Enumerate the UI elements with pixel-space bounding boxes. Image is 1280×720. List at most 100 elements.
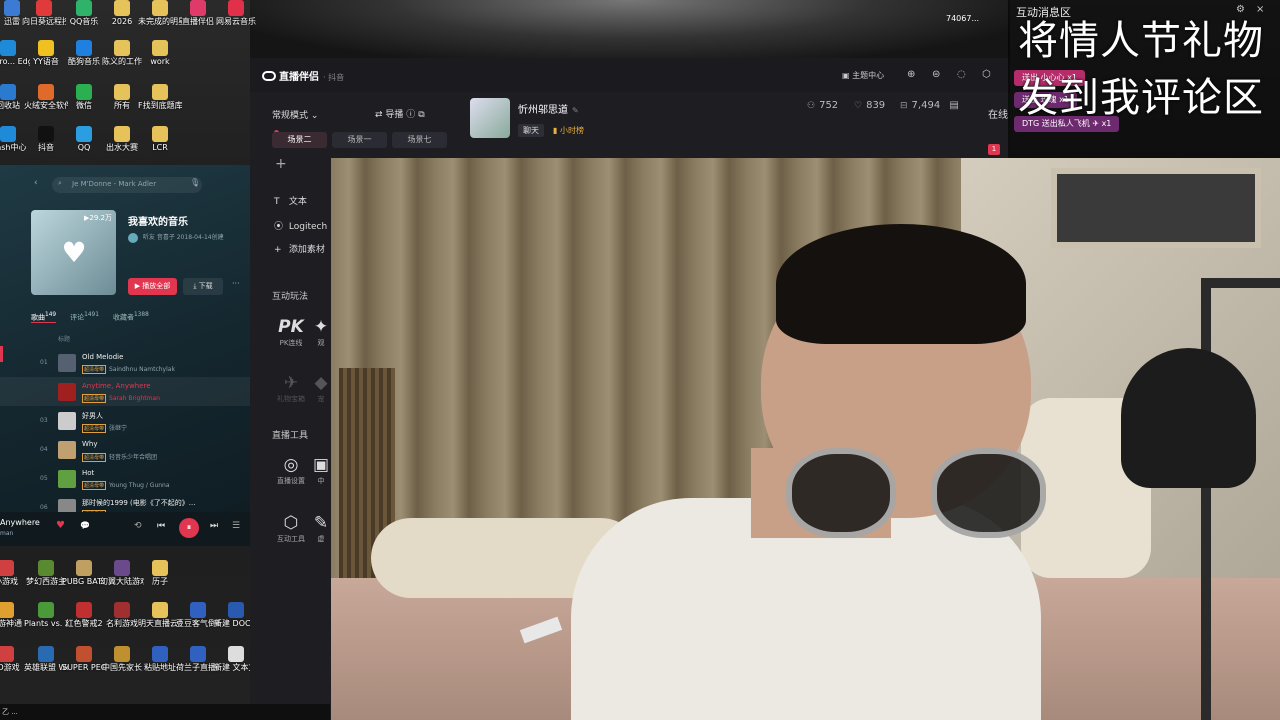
desktop-icon[interactable]: SUPER PEOP...	[62, 646, 106, 673]
tab-scene-7[interactable]: 场景七	[392, 132, 447, 148]
live-settings-tool[interactable]: ◎ 直播设置	[268, 454, 314, 486]
desktop-icon[interactable]: F找到底题库	[138, 84, 182, 111]
song-thumbnail	[58, 411, 76, 430]
desktop-icon[interactable]: 出水大赛	[102, 126, 142, 153]
tab-scene-1[interactable]: 场景一	[332, 132, 387, 148]
desktop-icon[interactable]: YY语音	[26, 40, 66, 67]
more-icon[interactable]: ···	[232, 279, 240, 288]
desktop-icon[interactable]: 向日葵远程控制	[22, 0, 66, 27]
back-icon[interactable]: ‹	[34, 178, 38, 188]
desktop-icon[interactable]: 微信	[64, 84, 104, 111]
help-icon[interactable]: ⓘ	[406, 110, 415, 120]
desktop-icon[interactable]: 陈义的工作	[102, 40, 142, 67]
pause-button[interactable]: ⏸	[179, 518, 199, 538]
play-all-button[interactable]: ▶ 播放全部	[128, 278, 177, 295]
guide-button[interactable]: ⇄ 导播 ⓘ ⧉	[375, 107, 425, 120]
desktop-icon[interactable]: 荷兰子直播间协...	[176, 646, 220, 673]
desktop-icon[interactable]: 幻翼大陆游戏: 盟...	[100, 560, 144, 587]
desktop-icon[interactable]: 未完成的明星人生	[138, 0, 182, 27]
desktop-icon[interactable]: 中国先家长	[102, 646, 142, 673]
desktop-icon[interactable]: 网易云音乐	[216, 0, 256, 27]
source-text[interactable]: T 文本	[274, 194, 307, 207]
theme-center-button[interactable]: ▣ 主题中心	[842, 70, 884, 81]
desktop-icon[interactable]: 小游戏	[0, 560, 26, 587]
previous-track-icon[interactable]: ⏮	[157, 521, 165, 531]
gamepad-icon[interactable]: ⊜	[932, 69, 940, 80]
desktop-icon[interactable]: 直播伴侣	[178, 0, 218, 27]
popout-icon[interactable]: ⧉	[418, 110, 424, 120]
desktop-icon[interactable]: 3D游戏	[0, 646, 26, 673]
desktop-icon[interactable]: QQ音乐	[64, 0, 104, 27]
mode-select[interactable]: 常规模式 ⌄	[272, 108, 318, 121]
music-search-input[interactable]: ⌕ Je M'Donne - Mark Adler	[52, 177, 202, 193]
desktop-icon[interactable]: 明天直播云数据	[138, 602, 182, 629]
desktop-icon-label: Flash中心	[0, 143, 27, 152]
desktop-icon[interactable]: 历子	[140, 560, 180, 587]
desktop-corner-label[interactable]: 74067...	[946, 14, 979, 23]
song-row[interactable]: 04 Why 超清母带 轻音乐少年合唱团	[0, 435, 250, 464]
desktop-icon[interactable]: 所有	[102, 84, 142, 111]
desktop-icon[interactable]: 粘贴地址	[140, 646, 180, 673]
streamer-name[interactable]: 忻州邬思道 ✎	[518, 101, 579, 116]
loop-icon[interactable]: ⟲	[134, 521, 142, 531]
pet-tool[interactable]: ◆ 宠	[312, 372, 330, 404]
message-icon[interactable]: ◌	[957, 69, 966, 80]
desktop-icon[interactable]: 西游神通	[0, 602, 26, 629]
tab-collectors[interactable]: 收藏者1388	[113, 312, 149, 323]
watch-tool[interactable]: ✦ 观	[312, 316, 330, 348]
add-icon[interactable]: ⊕	[907, 69, 915, 80]
desktop-icon[interactable]: QQ	[64, 126, 104, 153]
play-count: ▶29.2万	[84, 214, 112, 222]
live-video-preview[interactable]	[331, 158, 1280, 720]
search-placeholder: Je M'Donne - Mark Adler	[72, 180, 157, 188]
edit-icon[interactable]: ✎	[572, 106, 579, 115]
desktop-icon[interactable]: Flash中心	[0, 126, 28, 153]
streamer-avatar[interactable]	[470, 98, 510, 138]
middle-tool[interactable]: ▣ 中	[312, 454, 330, 486]
desktop-icon[interactable]: 2026	[102, 0, 142, 27]
desktop-icon[interactable]: 红色警戒2	[64, 602, 104, 629]
desktop-icon[interactable]: 名利游戏	[102, 602, 142, 629]
desktop-icon[interactable]: Plants vs. Zo...	[24, 602, 68, 629]
song-row[interactable]: 05 Hot 超清母带 Young Thug / Gunna	[0, 464, 250, 493]
desktop-icon[interactable]: LCR	[140, 126, 180, 153]
category-badge[interactable]: 聊天	[518, 124, 544, 137]
interact-tools-button[interactable]: ⬡ 互动工具	[268, 512, 314, 544]
tab-comments[interactable]: 评论1491	[70, 312, 99, 323]
avatar[interactable]	[128, 232, 138, 243]
playlist-icon[interactable]: ☰	[232, 521, 240, 531]
taskbar-fragment[interactable]: 乙 ...	[0, 704, 330, 720]
like-heart-icon[interactable]: ♥	[56, 520, 65, 531]
hour-rank-button[interactable]: ▮ 小时榜	[548, 124, 589, 137]
comment-icon[interactable]: 💬	[80, 521, 90, 530]
tab-scene-2[interactable]: 场景二	[272, 132, 327, 148]
microphone-icon[interactable]: 🎙	[190, 178, 200, 187]
add-source-button[interactable]: + 添加素材	[274, 242, 325, 255]
cube-icon[interactable]: ⬡	[982, 69, 991, 80]
desktop-icon[interactable]: work	[140, 40, 180, 67]
desktop-icon[interactable]: 梦幻西游主	[26, 560, 66, 587]
song-thumbnail	[58, 382, 76, 401]
desktop-icon[interactable]: 抖音	[26, 126, 66, 153]
source-camera[interactable]: ⦿ Logitech	[274, 219, 327, 232]
desktop-icon[interactable]: 火绒安全软件	[24, 84, 68, 111]
app-icon	[76, 40, 92, 56]
app-icon	[152, 40, 168, 56]
song-row[interactable]: 01 Old Melodie 超清母带 Saindhnu Namtchylak	[0, 348, 250, 377]
download-button[interactable]: ⤓ 下载	[183, 278, 223, 295]
document-icon[interactable]: ▤	[949, 100, 958, 111]
desktop-icon-label: 迅雷	[4, 17, 20, 26]
gift-box-tool[interactable]: ✈ 礼物宝箱	[268, 372, 314, 404]
song-row[interactable]: 03 好男人 超清母带 张继宁	[0, 406, 250, 435]
virtual-tool[interactable]: ✎ 虚	[312, 512, 330, 544]
desktop-icon[interactable]: 酷狗音乐	[64, 40, 104, 67]
song-row[interactable]: Anytime, Anywhere 超清母带 Sarah Brightman	[0, 377, 250, 406]
tab-songs[interactable]: 歌曲149	[31, 312, 57, 324]
desktop-icon[interactable]: PUBG BATTL...	[62, 560, 106, 587]
desktop-icon[interactable]: Micro... Edge	[0, 40, 30, 67]
next-track-icon[interactable]: ⏭	[210, 521, 218, 531]
pk-tool[interactable]: PK PK连线	[268, 316, 314, 348]
desktop-icon[interactable]: 豆豆客气倒霉	[176, 602, 220, 629]
add-scene-icon[interactable]: +	[275, 156, 287, 172]
desktop-icon[interactable]: 英雄联盟 WeGa...	[24, 646, 68, 673]
